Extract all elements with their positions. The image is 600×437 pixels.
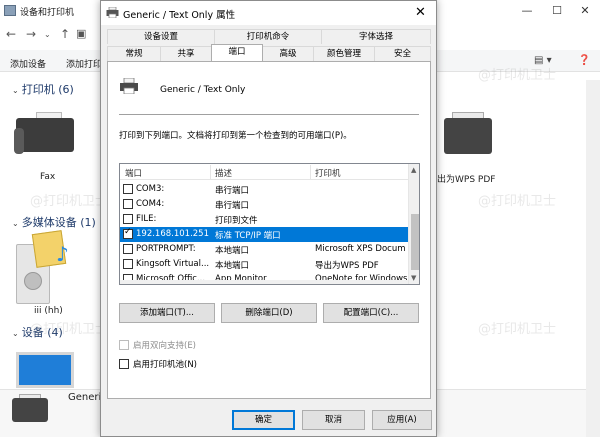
port-row[interactable]: PORTPROMPT: 本地端口 Microsoft XPS Docum	[120, 242, 408, 257]
maximize-icon[interactable]: ☐	[542, 2, 572, 20]
port-name: FILE:	[136, 214, 157, 224]
media-device-label: iii (hh)	[34, 306, 63, 316]
back-arrow-icon[interactable]: ←	[6, 27, 16, 41]
chevron-down-icon: ⌄	[12, 86, 19, 95]
add-port-button[interactable]: 添加端口(T)...	[119, 303, 215, 323]
add-device-button[interactable]: 添加设备	[10, 57, 46, 70]
help-icon[interactable]: ❓	[578, 55, 590, 66]
port-checkbox[interactable]	[123, 199, 133, 209]
tab-ports[interactable]: 端口	[211, 44, 263, 61]
add-printer-button[interactable]: 添加打印	[66, 57, 102, 70]
port-printer: Microsoft XPS Docum	[315, 244, 406, 254]
fax-label: Fax	[40, 172, 56, 182]
port-name: 192.168.101.251	[136, 229, 210, 239]
bidirectional-label: 启用双向支持(E)	[133, 341, 197, 351]
chevron-down-icon: ⌄	[12, 219, 19, 228]
monitor-icon[interactable]	[16, 352, 74, 388]
port-checkbox[interactable]	[123, 184, 133, 194]
cancel-button[interactable]: 取消	[302, 410, 365, 430]
tab-security[interactable]: 安全	[374, 46, 431, 61]
port-checkbox[interactable]	[123, 259, 133, 269]
column-header-description[interactable]: 描述	[215, 167, 232, 179]
fax-device-icon[interactable]	[16, 118, 74, 152]
background-scrollbar[interactable]	[586, 80, 600, 437]
port-printer: 导出为WPS PDF	[315, 261, 379, 271]
view-options-icon[interactable]: ▤ ▾	[534, 55, 552, 66]
tab-printer-commands[interactable]: 打印机命令	[214, 29, 322, 44]
ok-button[interactable]: 确定	[232, 410, 295, 430]
port-checkbox[interactable]	[123, 244, 133, 254]
separator	[119, 114, 419, 115]
chevron-down-icon[interactable]: ⌄	[44, 30, 51, 39]
printer-name: Generic / Text Only	[160, 85, 246, 95]
dialog-titlebar[interactable]: Generic / Text Only 属性 ✕	[101, 1, 436, 25]
port-checkbox[interactable]	[123, 214, 133, 224]
ports-instruction: 打印到下列端口。文档将打印到第一个检查到的可用端口(P)。	[119, 131, 352, 141]
wps-pdf-printer-icon[interactable]	[444, 118, 492, 154]
selected-printer-icon	[12, 398, 48, 422]
speaker-knob-shape	[24, 272, 42, 290]
port-description: 标准 TCP/IP 端口	[215, 231, 281, 241]
minimize-icon[interactable]: —	[512, 2, 542, 20]
tab-font-selection[interactable]: 字体选择	[321, 29, 431, 44]
bidirectional-support-option: 启用双向支持(E)	[119, 339, 319, 351]
port-row[interactable]: COM3: 串行端口	[120, 182, 408, 197]
wps-pdf-label: 出为WPS PDF	[437, 175, 496, 185]
column-header-printer[interactable]: 打印机	[315, 167, 341, 179]
port-row-selected[interactable]: 192.168.101.251 标准 TCP/IP 端口	[120, 227, 408, 242]
port-name: PORTPROMPT:	[136, 244, 196, 254]
column-divider[interactable]	[210, 165, 211, 179]
delete-port-button[interactable]: 删除端口(D)	[221, 303, 317, 323]
printers-section-header[interactable]: ⌄ 打印机 (6)	[12, 81, 74, 97]
scroll-up-icon[interactable]: ▲	[411, 166, 416, 174]
background-window-title: 设备和打印机	[20, 8, 75, 18]
port-row[interactable]: FILE: 打印到文件	[120, 212, 408, 227]
port-list-hscrollbar[interactable]	[120, 280, 408, 284]
port-row[interactable]: Kingsoft Virtual... 本地端口 导出为WPS PDF	[120, 257, 408, 272]
column-header-port[interactable]: 端口	[125, 167, 142, 179]
port-list[interactable]: 端口 描述 打印机 COM3: 串行端口 COM4: 串行端口 FILE: 打印…	[119, 163, 420, 285]
chevron-down-icon: ⌄	[12, 329, 19, 338]
port-description: 本地端口	[215, 261, 250, 271]
port-list-header: 端口 描述 打印机	[120, 164, 408, 180]
multimedia-section-header[interactable]: ⌄ 多媒体设备 (1)	[12, 214, 96, 230]
music-note-icon: ♪	[56, 242, 69, 266]
port-name: COM3:	[136, 184, 165, 194]
port-name: COM4:	[136, 199, 165, 209]
printer-pool-checkbox[interactable]	[119, 359, 129, 369]
tab-device-settings[interactable]: 设备设置	[107, 29, 215, 44]
printer-pool-label[interactable]: 启用打印机池(N)	[133, 358, 197, 370]
scrollbar-thumb[interactable]	[411, 214, 419, 270]
tab-advanced[interactable]: 高级	[262, 46, 314, 61]
port-description: 打印到文件	[215, 216, 258, 226]
bidirectional-checkbox	[119, 340, 129, 350]
control-panel-nav-icon[interactable]: ▣	[76, 27, 86, 40]
tab-general[interactable]: 常规	[107, 46, 161, 61]
tab-color-management[interactable]: 颜色管理	[313, 46, 375, 61]
control-panel-icon	[4, 5, 16, 16]
tab-sharing[interactable]: 共享	[160, 46, 212, 61]
printer-icon	[120, 78, 138, 94]
up-arrow-icon[interactable]: ↑	[60, 27, 70, 41]
close-icon[interactable]: ✕	[570, 2, 600, 20]
port-description: 串行端口	[215, 201, 250, 211]
port-checkbox-checked[interactable]	[123, 227, 133, 239]
printer-icon	[106, 7, 119, 18]
scroll-down-icon[interactable]: ▼	[411, 274, 416, 282]
port-row[interactable]: COM4: 串行端口	[120, 197, 408, 212]
apply-button[interactable]: 应用(A)	[372, 410, 432, 430]
port-name: Kingsoft Virtual...	[136, 259, 210, 269]
forward-arrow-icon[interactable]: →	[26, 27, 36, 41]
port-description: 本地端口	[215, 246, 250, 256]
configure-port-button[interactable]: 配置端口(C)...	[323, 303, 419, 323]
column-divider[interactable]	[310, 165, 311, 179]
dialog-title: Generic / Text Only 属性	[123, 10, 236, 21]
devices-section-header[interactable]: ⌄ 设备 (4)	[12, 324, 63, 340]
port-description: 串行端口	[215, 186, 250, 196]
printer-properties-dialog: Generic / Text Only 属性 ✕ 设备设置 打印机命令 字体选择…	[100, 0, 437, 437]
port-list-scrollbar[interactable]: ▲ ▼	[408, 164, 419, 284]
printer-pool-option[interactable]: 启用打印机池(N)	[119, 358, 319, 370]
fax-handset-shape	[14, 128, 24, 154]
close-icon[interactable]: ✕	[405, 1, 436, 25]
